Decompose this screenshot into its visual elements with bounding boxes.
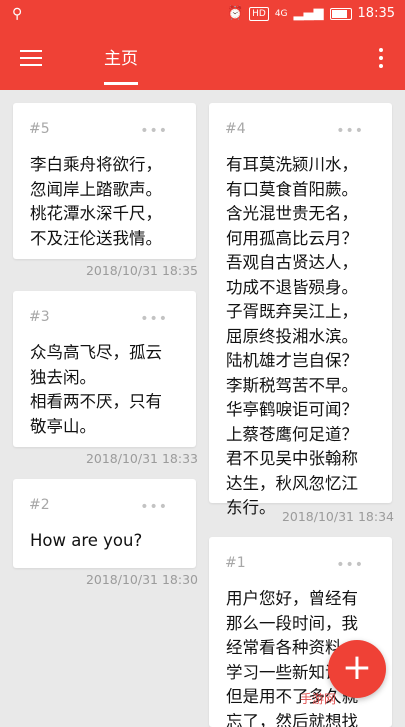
network-label: 4G: [274, 8, 288, 19]
status-bar: ⚲ ⏰ HD 4G ▂▄▆ 18:35: [0, 0, 405, 30]
note-timestamp: 2018/10/31 18:30: [85, 572, 198, 587]
note-card-4[interactable]: #4 ••• 有耳莫洗颍川水， 有口莫食首阳蕨。 含光混世贵无名， 何用孤高比云…: [209, 103, 392, 517]
plus-icon: +: [341, 647, 373, 688]
note-id: #1: [225, 555, 246, 571]
note-id: #5: [29, 121, 50, 137]
hd-badge: HD: [249, 6, 269, 21]
note-text: 李白乘舟将欲行， 忽闻岸上踏歌声。 桃花潭水深千尺， 不及汪伦送我情。: [30, 155, 162, 248]
watermark: 手游网: [300, 692, 337, 706]
note-options-icon[interactable]: •••: [140, 123, 168, 139]
tab-home[interactable]: 主页: [100, 44, 142, 69]
status-icons: ⏰ HD 4G ▂▄▆ 18:35: [227, 6, 395, 21]
note-card-2[interactable]: #2 ••• How are you?: [13, 479, 196, 568]
note-text: How are you?: [30, 531, 143, 550]
note-card-5[interactable]: #5 ••• 李白乘舟将欲行， 忽闻岸上踏歌声。 桃花潭水深千尺， 不及汪伦送我…: [13, 103, 196, 259]
note-id: #4: [225, 121, 246, 137]
note-text: 众鸟高飞尽，孤云 独去闲。 相看两不厌，只有 敬亭山。: [30, 343, 162, 436]
note-options-icon[interactable]: •••: [140, 499, 168, 515]
usb-icon: ⚲: [12, 6, 23, 22]
battery-icon: [329, 7, 352, 20]
menu-icon[interactable]: [20, 50, 42, 68]
toolbar: 主页: [0, 30, 405, 90]
note-text: 有耳莫洗颍川水， 有口莫食首阳蕨。 含光混世贵无名， 何用孤高比云月？ 吾观自古…: [226, 155, 358, 517]
more-vert-icon[interactable]: [379, 48, 383, 72]
status-time: 18:35: [357, 6, 395, 21]
note-options-icon[interactable]: •••: [336, 557, 364, 573]
alarm-icon: ⏰: [226, 6, 244, 21]
note-card-3[interactable]: #3 ••• 众鸟高飞尽，孤云 独去闲。 相看两不厌，只有 敬亭山。: [13, 291, 196, 447]
note-options-icon[interactable]: •••: [140, 311, 168, 327]
tab-indicator: [104, 82, 138, 85]
signal-icon: ▂▄▆: [293, 6, 324, 21]
note-timestamp: 2018/10/31 18:34: [281, 509, 394, 524]
add-note-button[interactable]: +: [328, 640, 386, 698]
note-id: #2: [29, 497, 50, 513]
note-timestamp: 2018/10/31 18:35: [85, 263, 198, 278]
note-options-icon[interactable]: •••: [336, 123, 364, 139]
note-id: #3: [29, 309, 50, 325]
note-timestamp: 2018/10/31 18:33: [85, 451, 198, 466]
